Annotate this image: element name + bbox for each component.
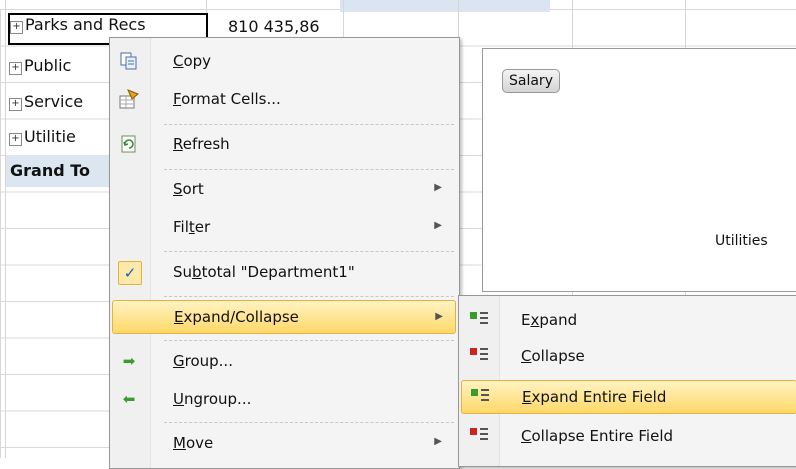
menu-item-expand-collapse[interactable]: Expand/Collapse ▶ [112,300,456,334]
menu-separator [164,422,454,423]
menu-item-label: Ungroup... [173,390,252,408]
submenu-item-collapse[interactable]: Collapse [461,340,795,372]
expand-button-icon[interactable]: + [9,98,22,111]
menu-item-ungroup[interactable]: ⬅ Ungroup... [112,382,454,416]
submenu-item-label: Collapse [521,347,585,365]
cell-service[interactable]: + Service [9,92,109,111]
submenu-item-expand[interactable]: Expand [461,304,795,336]
submenu-item-collapse-entire-field[interactable]: Collapse Entire Field [461,420,795,452]
group-arrow-icon: ➡ [122,352,136,370]
menu-separator [164,296,454,297]
expand-button-icon[interactable]: + [10,21,23,34]
row-label: Public [24,56,72,75]
cell-value[interactable]: 810 435,86 [228,17,342,36]
grid-column-line [5,0,6,458]
menu-item-subtotal[interactable]: ✓ Subtotal "Department1" [112,255,454,289]
menu-item-label: Format Cells... [173,90,281,108]
menu-item-move[interactable]: Move ▶ [112,426,454,460]
expand-entire-icon [469,386,491,408]
submenu-item-label: Expand Entire Field [522,388,667,406]
submenu-arrow-icon: ▶ [434,182,442,193]
axis-category-label: Utilities [715,233,768,249]
ungroup-arrow-icon: ⬅ [122,390,136,408]
menu-item-label: Expand/Collapse [174,308,299,326]
cell-grand-total[interactable]: Grand To [6,155,109,187]
row-label: Service [24,92,84,111]
cell-public[interactable]: + Public [9,56,109,75]
menu-item-sort[interactable]: Sort ▶ [112,172,454,206]
cell-utilities[interactable]: + Utilitie [9,127,109,146]
expand-button-icon[interactable]: + [9,62,22,75]
submenu-item-expand-entire-field[interactable]: Expand Entire Field [461,380,796,414]
checkmark-icon: ✓ [118,261,142,285]
menu-separator [164,340,454,341]
field-button-salary[interactable]: Salary [502,69,560,93]
menu-item-label: Group... [173,352,233,370]
menu-item-label: Subtotal "Department1" [173,263,355,281]
refresh-icon [118,133,140,155]
menu-item-label: Move [173,434,214,452]
row-label: Utilitie [24,127,76,146]
menu-item-refresh[interactable]: Refresh [112,127,454,161]
submenu-arrow-icon: ▶ [435,311,443,322]
expand-icon [468,309,490,331]
menu-separator [164,124,454,125]
row-label: Parks and Recs [25,15,146,34]
menu-item-label: Filter [173,218,211,236]
collapse-entire-icon [468,425,490,447]
format-cells-icon [118,88,140,110]
menu-separator [164,169,454,170]
submenu-arrow-icon: ▶ [434,436,442,447]
menu-item-filter[interactable]: Filter ▶ [112,210,454,244]
menu-separator [164,251,454,252]
menu-item-format-cells[interactable]: Format Cells... [112,82,454,116]
menu-item-group[interactable]: ➡ Group... [112,344,454,378]
collapse-icon [468,345,490,367]
expand-collapse-submenu: Expand Collapse Expand Entire Field Coll… [458,295,796,467]
menu-item-label: Sort [173,180,204,198]
menu-item-copy[interactable]: Copy [112,44,454,78]
context-menu: Copy Format Cells... Refresh Sort ▶ Filt… [109,37,460,469]
expand-button-icon[interactable]: + [9,133,22,146]
submenu-arrow-icon: ▶ [434,220,442,231]
copy-icon [118,50,140,72]
header-band [340,0,550,12]
submenu-item-label: Collapse Entire Field [521,427,674,445]
pivot-chart[interactable]: Salary Utilities [482,48,796,292]
menu-item-label: Refresh [173,135,230,153]
menu-item-label: Copy [173,52,212,70]
submenu-item-label: Expand [521,311,578,329]
